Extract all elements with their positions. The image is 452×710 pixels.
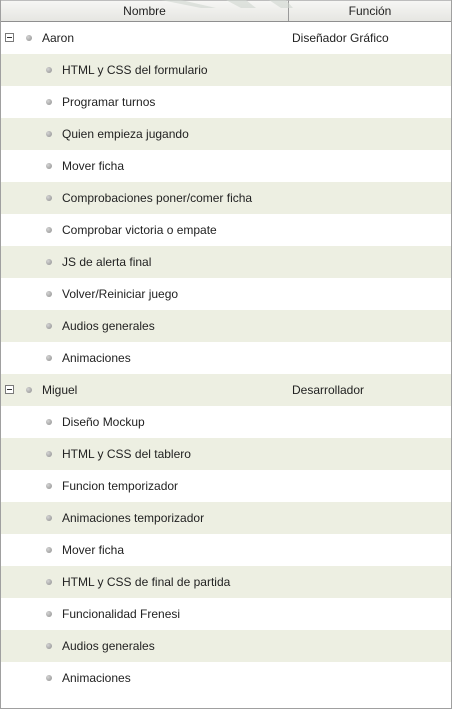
bullet-icon xyxy=(46,419,52,425)
task-tree-grid: Nombre Función Aaron Diseñador Gráfico H… xyxy=(0,0,452,709)
bullet-icon xyxy=(46,227,52,233)
collapse-icon[interactable] xyxy=(5,385,14,394)
tree-row-child[interactable]: HTML y CSS del formulario xyxy=(1,54,451,86)
tree-row-child[interactable]: Animaciones xyxy=(1,342,451,374)
tree-row-child[interactable]: Comprobar victoria o empate xyxy=(1,214,451,246)
tree-row-child[interactable]: HTML y CSS de final de partida xyxy=(1,566,451,598)
bullet-icon xyxy=(46,67,52,73)
task-label: HTML y CSS de final de partida xyxy=(62,575,231,589)
task-label: Diseño Mockup xyxy=(62,415,145,429)
task-label: Animaciones xyxy=(62,351,131,365)
task-label: JS de alerta final xyxy=(62,255,152,269)
task-label: Audios generales xyxy=(62,319,155,333)
tree-row-child[interactable]: Programar turnos xyxy=(1,86,451,118)
task-label: Volver/Reiniciar juego xyxy=(62,287,179,301)
bullet-icon xyxy=(46,515,52,521)
tree-row-child[interactable]: Quien empieza jugando xyxy=(1,118,451,150)
bullet-icon xyxy=(46,675,52,681)
bullet-icon xyxy=(46,483,52,489)
bullet-icon xyxy=(46,547,52,553)
tree-row-parent[interactable]: Miguel Desarrollador xyxy=(1,374,451,406)
row-role: Desarrollador xyxy=(292,383,365,397)
row-role: Diseñador Gráfico xyxy=(292,31,389,45)
tree-row-child[interactable]: Mover ficha xyxy=(1,150,451,182)
bullet-icon xyxy=(26,35,32,41)
bullet-icon xyxy=(46,643,52,649)
tree-row-child[interactable]: Audios generales xyxy=(1,310,451,342)
bullet-icon xyxy=(46,99,52,105)
task-label: Mover ficha xyxy=(62,159,125,173)
tree-row-child[interactable]: Animaciones temporizador xyxy=(1,502,451,534)
tree-row-child[interactable]: Diseño Mockup xyxy=(1,406,451,438)
column-header-funcion[interactable]: Función xyxy=(289,0,451,21)
tree-row-child[interactable]: Audios generales xyxy=(1,630,451,662)
task-label: Quien empieza jugando xyxy=(62,127,189,141)
task-label: Comprobar victoria o empate xyxy=(62,223,217,237)
bullet-icon xyxy=(46,451,52,457)
tree-row-child[interactable]: HTML y CSS del tablero xyxy=(1,438,451,470)
tree-row-child[interactable]: Mover ficha xyxy=(1,534,451,566)
tree-row-child[interactable]: Volver/Reiniciar juego xyxy=(1,278,451,310)
bullet-icon xyxy=(46,163,52,169)
tree-row-child[interactable]: JS de alerta final xyxy=(1,246,451,278)
tree-row-child[interactable]: Comprobaciones poner/comer ficha xyxy=(1,182,451,214)
bullet-icon xyxy=(46,259,52,265)
task-label: Audios generales xyxy=(62,639,155,653)
row-name: Miguel xyxy=(42,383,78,397)
task-label: HTML y CSS del tablero xyxy=(62,447,191,461)
task-label: HTML y CSS del formulario xyxy=(62,63,208,77)
task-label: Funcionalidad Frenesi xyxy=(62,607,181,621)
bullet-icon xyxy=(46,195,52,201)
task-label: Animaciones temporizador xyxy=(62,511,205,525)
row-name: Aaron xyxy=(42,31,75,45)
bullet-icon xyxy=(46,355,52,361)
tree-row-child[interactable]: Funcionalidad Frenesi xyxy=(1,598,451,630)
bullet-icon xyxy=(46,579,52,585)
bullet-icon xyxy=(46,611,52,617)
collapse-icon[interactable] xyxy=(5,33,14,42)
bullet-icon xyxy=(46,131,52,137)
column-header: Nombre Función xyxy=(1,0,451,22)
bullet-icon xyxy=(46,323,52,329)
task-label: Funcion temporizador xyxy=(62,479,179,493)
task-label: Programar turnos xyxy=(62,95,156,109)
tree-rows: Aaron Diseñador Gráfico HTML y CSS del f… xyxy=(1,22,451,694)
task-label: Animaciones xyxy=(62,671,131,685)
tree-row-parent[interactable]: Aaron Diseñador Gráfico xyxy=(1,22,451,54)
column-header-nombre[interactable]: Nombre xyxy=(1,0,289,21)
task-label: Mover ficha xyxy=(62,543,125,557)
tree-row-child[interactable]: Animaciones xyxy=(1,662,451,694)
tree-row-child[interactable]: Funcion temporizador xyxy=(1,470,451,502)
bullet-icon xyxy=(46,291,52,297)
bullet-icon xyxy=(26,387,32,393)
task-label: Comprobaciones poner/comer ficha xyxy=(62,191,253,205)
